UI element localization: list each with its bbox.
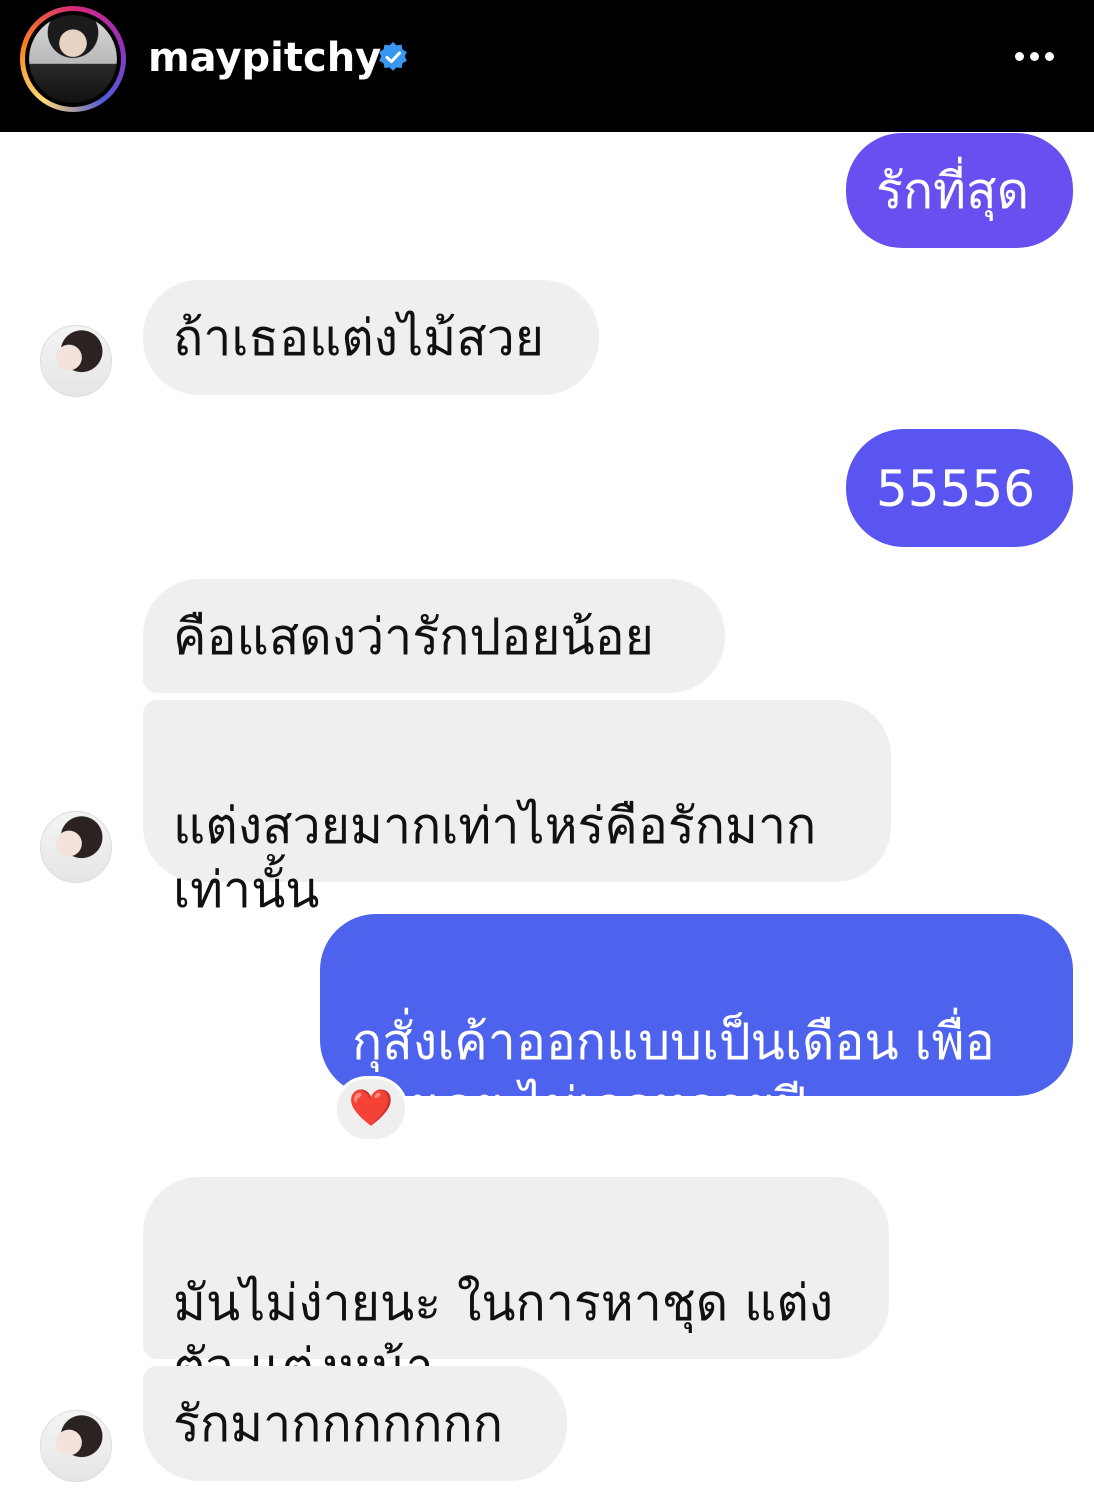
incoming-message[interactable]: คือแสดงว่ารักปอยน้อย [143, 579, 725, 693]
message-text: แต่งสวยมากเท่าไหร่คือรักมาก เท่านั้น [173, 797, 817, 919]
message-text: กุสั่งเค้าออกแบบเป็นเดือน เพื่อ เมิงเลย … [352, 1013, 995, 1135]
outgoing-message[interactable]: 55556 [846, 429, 1073, 547]
message-text: รักมากกกกกกก [173, 1395, 504, 1453]
profile-story-ring[interactable] [20, 6, 126, 112]
verified-badge-icon [379, 42, 407, 71]
message-text: ถ้าเธอแต่งไม้สวย [173, 309, 545, 367]
chat-header: maypitchy [0, 0, 1094, 132]
message-text: 55556 [876, 460, 1036, 518]
profile-avatar[interactable] [25, 11, 121, 107]
friend-avatar[interactable] [40, 325, 112, 397]
friend-avatar[interactable] [40, 811, 112, 883]
message-text: คือแสดงว่ารักปอยน้อย [173, 608, 654, 666]
more-horizontal-icon[interactable] [1006, 40, 1062, 70]
friend-avatar[interactable] [40, 1410, 112, 1482]
outgoing-message[interactable]: กุสั่งเค้าออกแบบเป็นเดือน เพื่อ เมิงเลย … [320, 914, 1073, 1135]
incoming-message[interactable]: มันไม่ง่ายนะ ในการหาชุด แต่ง ตัว แต่งหน้… [143, 1177, 889, 1396]
incoming-message[interactable]: ถ้าเธอแต่งไม้สวย [143, 280, 599, 395]
outgoing-message[interactable]: รักที่สุด [846, 133, 1073, 248]
heart-reaction-icon[interactable]: ❤️ [334, 1076, 408, 1142]
message-text: รักที่สุด [876, 162, 1030, 220]
incoming-message[interactable]: แต่งสวยมากเท่าไหร่คือรักมาก เท่านั้น [143, 700, 891, 919]
username[interactable]: maypitchy [148, 30, 381, 86]
incoming-message[interactable]: รักมากกกกกกก [143, 1366, 567, 1481]
